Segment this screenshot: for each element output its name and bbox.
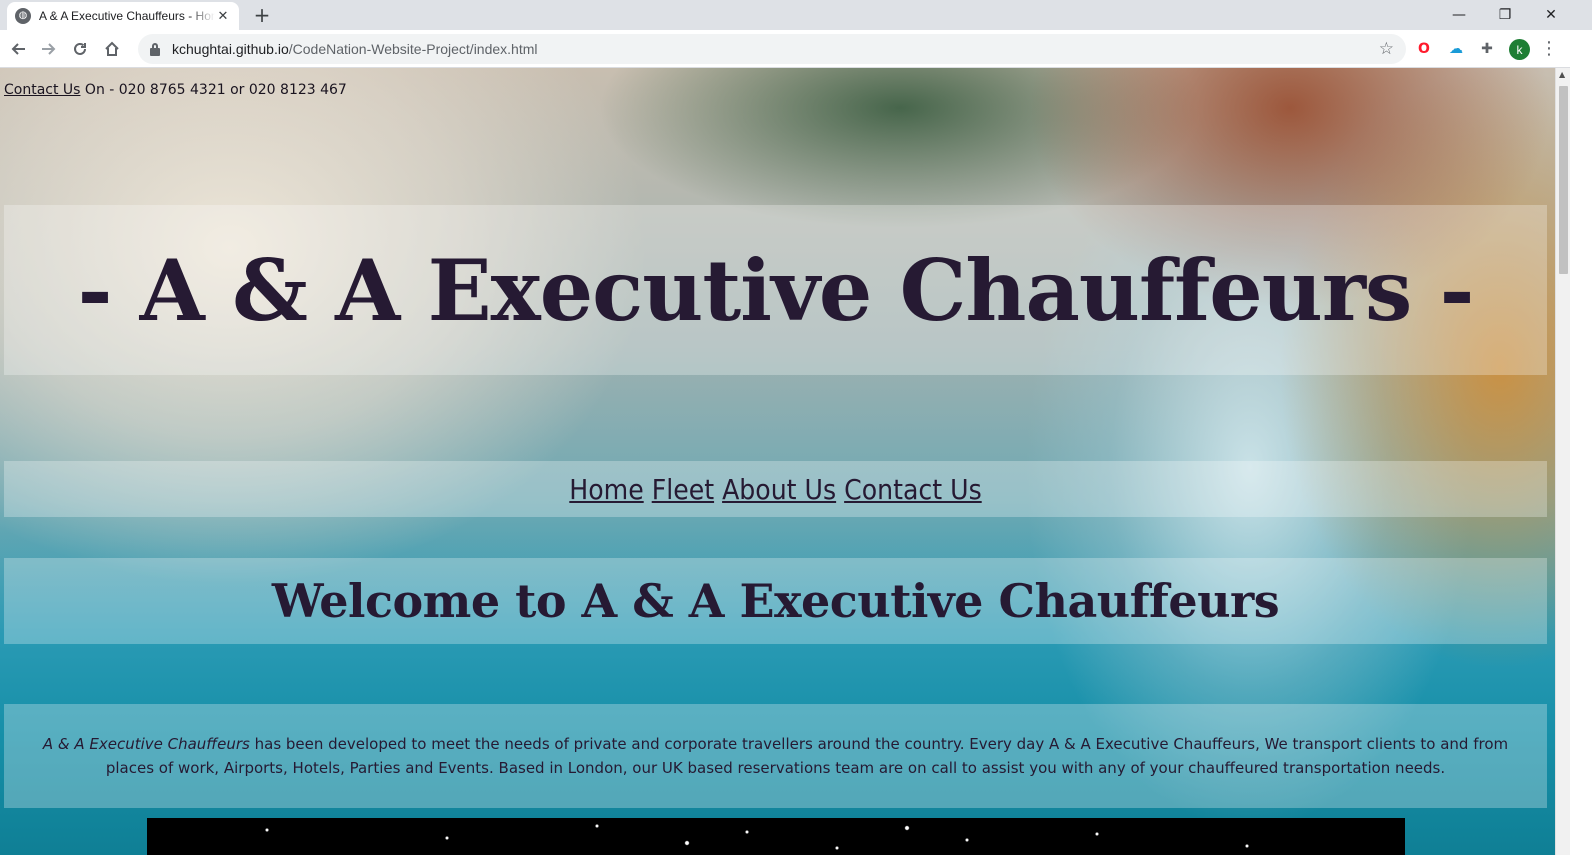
intro-paragraph: A & A Executive Chauffeurs has been deve… xyxy=(34,732,1517,780)
intro-body-text: has been developed to meet the needs of … xyxy=(105,735,1509,777)
starfield-image-panel xyxy=(147,818,1405,855)
puzzle-icon[interactable]: ✚ xyxy=(1477,39,1497,59)
url-text: kchughtai.github.io/CodeNation-Website-P… xyxy=(172,41,538,57)
tab-title: A & A Executive Chauffeurs - Home xyxy=(39,9,215,23)
restore-button[interactable]: ❐ xyxy=(1482,0,1528,30)
close-window-button[interactable]: ✕ xyxy=(1528,0,1574,30)
cloud-icon[interactable]: ☁ xyxy=(1446,39,1466,59)
home-button[interactable] xyxy=(99,36,125,62)
arrow-right-icon xyxy=(42,43,56,55)
welcome-heading: Welcome to A & A Executive Chauffeurs xyxy=(271,574,1280,628)
page-viewport: Contact Us On - 020 8765 4321 or 020 812… xyxy=(0,68,1555,855)
forward-button[interactable] xyxy=(36,36,62,62)
welcome-banner: Welcome to A & A Executive Chauffeurs xyxy=(4,558,1547,644)
new-tab-button[interactable]: + xyxy=(250,4,274,26)
nav-fleet[interactable]: Fleet xyxy=(652,473,714,506)
home-icon xyxy=(105,41,119,56)
contact-bar: Contact Us On - 020 8765 4321 or 020 812… xyxy=(4,82,347,98)
page-scrollbar[interactable]: ▲ xyxy=(1555,68,1570,855)
main-nav: Home Fleet About Us Contact Us xyxy=(4,461,1547,517)
browser-tab-active[interactable]: ◍ A & A Executive Chauffeurs - Home ✕ xyxy=(7,2,239,30)
close-tab-icon[interactable]: ✕ xyxy=(215,8,231,24)
back-button[interactable] xyxy=(5,36,31,62)
url-path: /CodeNation-Website-Project/index.html xyxy=(288,41,538,57)
profile-avatar[interactable]: k xyxy=(1509,39,1530,60)
scrollbar-thumb[interactable] xyxy=(1559,86,1568,274)
scroll-up-arrow-icon[interactable]: ▲ xyxy=(1559,70,1565,79)
globe-icon: ◍ xyxy=(15,8,31,24)
address-bar[interactable]: kchughtai.github.io/CodeNation-Website-P… xyxy=(138,34,1406,64)
nav-home[interactable]: Home xyxy=(569,473,643,506)
opera-icon[interactable]: O xyxy=(1414,39,1434,59)
url-host: kchughtai.github.io xyxy=(172,41,289,57)
nav-contact-us[interactable]: Contact Us xyxy=(844,473,982,506)
page-content: Contact Us On - 020 8765 4321 or 020 812… xyxy=(0,68,1555,855)
arrow-left-icon xyxy=(11,43,25,55)
reload-button[interactable] xyxy=(67,36,93,62)
contact-us-link-top[interactable]: Contact Us xyxy=(4,82,80,98)
nav-about-us[interactable]: About Us xyxy=(722,473,836,506)
reload-icon xyxy=(74,42,86,55)
lock-icon xyxy=(148,42,162,56)
intro-company-name: A & A Executive Chauffeurs xyxy=(42,735,250,753)
site-title: - A & A Executive Chauffeurs - xyxy=(77,240,1475,340)
browser-tabstrip: ◍ A & A Executive Chauffeurs - Home ✕ + … xyxy=(0,0,1592,30)
minimize-button[interactable]: — xyxy=(1436,0,1482,30)
kebab-menu-icon[interactable]: ⋮ xyxy=(1540,38,1558,60)
title-banner: - A & A Executive Chauffeurs - xyxy=(4,205,1547,375)
intro-section: A & A Executive Chauffeurs has been deve… xyxy=(4,704,1547,808)
window-right-edge xyxy=(1570,30,1592,855)
browser-toolbar: kchughtai.github.io/CodeNation-Website-P… xyxy=(0,30,1592,68)
contact-phone-text: On - 020 8765 4321 or 020 8123 467 xyxy=(80,82,347,98)
bookmark-star-icon[interactable]: ☆ xyxy=(1379,39,1394,59)
